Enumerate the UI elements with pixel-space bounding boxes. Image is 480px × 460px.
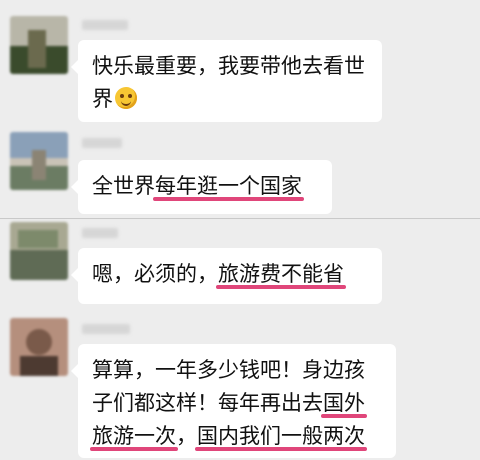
highlighted-text: 国外 bbox=[323, 391, 365, 415]
message-text: 全世界 bbox=[92, 174, 155, 198]
message-text: 子们都这样！每年再出去 bbox=[92, 391, 323, 415]
sender-name-blurred bbox=[82, 228, 118, 238]
message-line: 子们都这样！每年再出去国外 bbox=[92, 387, 382, 420]
message-line: 嗯，必须的，旅游费不能省 bbox=[92, 258, 368, 291]
message-text: 界 bbox=[92, 87, 113, 111]
avatar[interactable] bbox=[10, 318, 68, 376]
message-bubble[interactable]: 嗯，必须的，旅游费不能省 bbox=[71, 248, 382, 304]
message-bubble[interactable]: 快乐最重要，我要带他去看世 界 bbox=[71, 40, 382, 122]
message-line: 全世界每年逛一个国家 bbox=[92, 170, 318, 203]
avatar-image bbox=[10, 16, 68, 74]
message-line: 算算，一年多少钱吧！身边孩 bbox=[92, 354, 382, 387]
highlighted-text: 每年逛一个国家 bbox=[155, 174, 302, 198]
avatar-image bbox=[10, 222, 68, 280]
message-text: 快乐最重要，我要带他去看世 bbox=[92, 54, 365, 78]
message-line: 旅游一次，国内我们一般两次 bbox=[92, 420, 382, 453]
sender-name-blurred bbox=[82, 20, 128, 30]
message-text: ， bbox=[176, 424, 197, 448]
avatar-image bbox=[10, 132, 68, 190]
sender-name-blurred bbox=[82, 324, 130, 334]
highlighted-text: 旅游费不能省 bbox=[218, 262, 344, 286]
screenshot-divider bbox=[0, 218, 480, 219]
avatar[interactable] bbox=[10, 16, 68, 74]
message-line: 界 bbox=[92, 83, 368, 116]
message-text: 算算，一年多少钱吧！身边孩 bbox=[92, 358, 365, 382]
message-line: 快乐最重要，我要带他去看世 bbox=[92, 50, 368, 83]
avatar[interactable] bbox=[10, 222, 68, 280]
message-text: 嗯，必须的， bbox=[92, 262, 218, 286]
avatar[interactable] bbox=[10, 132, 68, 190]
thinking-face-emoji-icon bbox=[115, 87, 137, 109]
avatar-image bbox=[10, 318, 68, 376]
message-bubble[interactable]: 算算，一年多少钱吧！身边孩 子们都这样！每年再出去国外 旅游一次，国内我们一般两… bbox=[71, 344, 396, 458]
sender-name-blurred bbox=[82, 138, 122, 148]
message-bubble[interactable]: 全世界每年逛一个国家 bbox=[71, 160, 332, 214]
highlighted-text: 旅游一次 bbox=[92, 424, 176, 448]
highlighted-text: 国内我们一般两次 bbox=[197, 424, 365, 448]
